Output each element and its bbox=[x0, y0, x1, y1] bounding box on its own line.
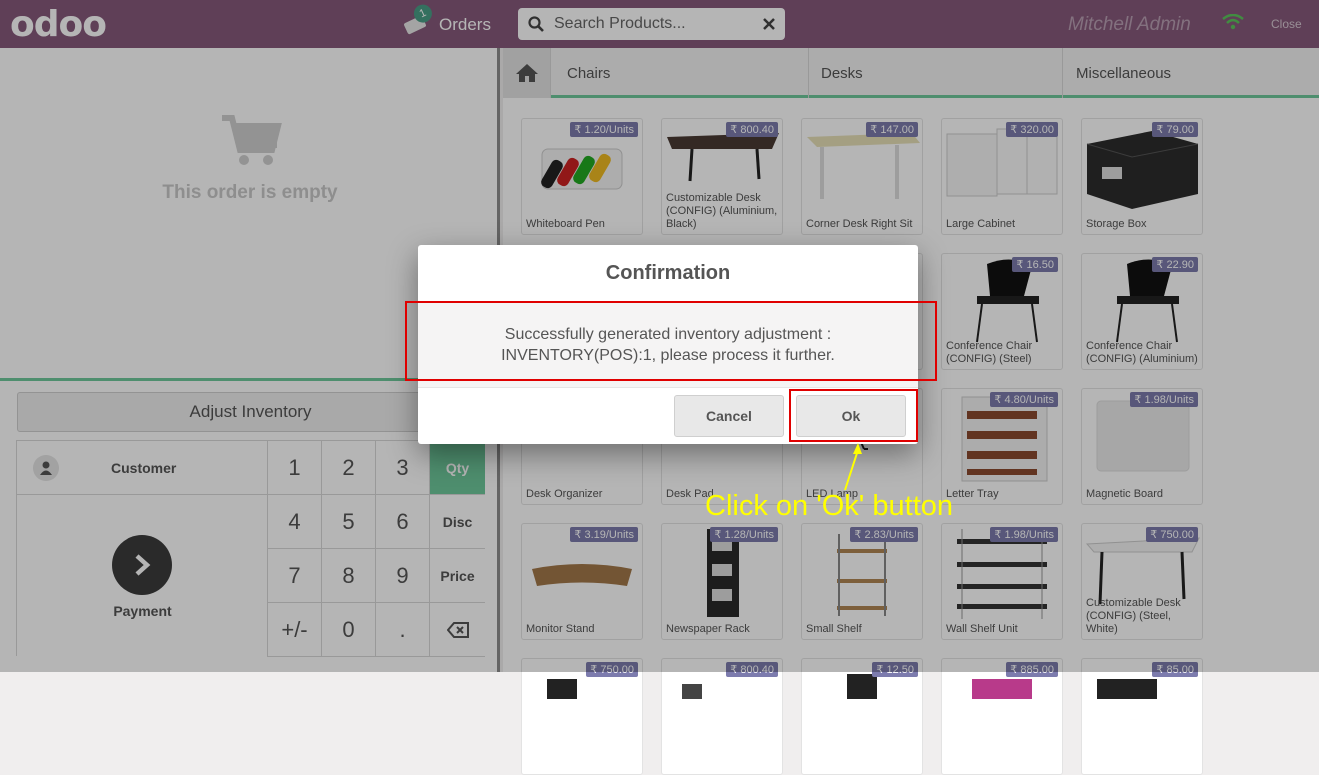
product-card[interactable]: ₹ 800.40 bbox=[661, 658, 783, 775]
product-card[interactable]: ₹ 885.00 bbox=[941, 658, 1063, 775]
product-card[interactable]: ₹ 750.00 bbox=[521, 658, 643, 775]
annotation-arrow bbox=[844, 443, 862, 491]
product-card[interactable]: ₹ 85.00 bbox=[1081, 658, 1203, 775]
product-card[interactable]: ₹ 12.50 bbox=[801, 658, 923, 775]
annotation-text: Click on 'Ok' button bbox=[705, 490, 954, 522]
